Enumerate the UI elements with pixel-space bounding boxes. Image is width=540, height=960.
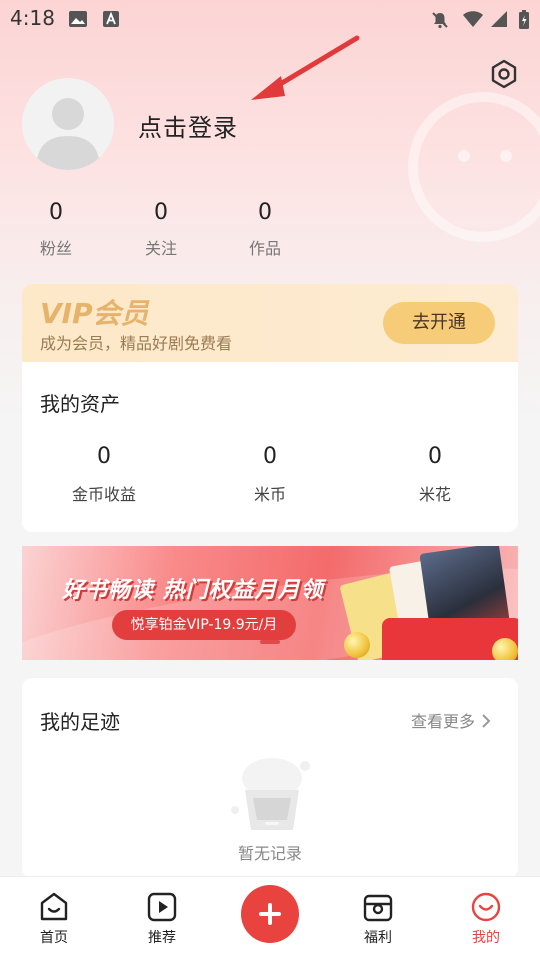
- tab-label: 推荐: [148, 930, 176, 946]
- vip-activate-button[interactable]: 去开通: [383, 302, 495, 344]
- stat-fans[interactable]: 0 粉丝: [21, 200, 91, 259]
- settings-icon[interactable]: [488, 58, 520, 90]
- asset-value: 0: [97, 444, 111, 469]
- asset-mi-coin[interactable]: 0 米币: [210, 444, 330, 505]
- tab-mine[interactable]: 我的: [446, 891, 526, 947]
- banner-page-indicator: [260, 640, 280, 644]
- asset-value: 0: [428, 444, 442, 469]
- asset-value: 0: [263, 444, 277, 469]
- vip-title: VIP会员: [40, 297, 149, 330]
- coin-image: [344, 632, 370, 658]
- empty-state-text: 暂无记录: [237, 844, 302, 863]
- image-icon: [69, 11, 87, 27]
- signal-icon: [491, 11, 507, 27]
- assets-title: 我的资产: [40, 392, 120, 416]
- decorative-smile: [408, 92, 540, 242]
- avatar-placeholder-icon: [36, 98, 100, 170]
- stat-following[interactable]: 0 关注: [126, 200, 196, 259]
- smile-icon: [471, 892, 501, 922]
- arrow-indicator: [251, 35, 360, 100]
- promo-banner[interactable]: 好书畅读 热门权益月月领 悦享铂金VIP-19.9元/月: [22, 546, 518, 660]
- banner-title: 好书畅读 热门权益月月领: [62, 578, 324, 603]
- chevron-right-icon: [482, 714, 491, 728]
- stat-label: 作品: [248, 239, 281, 258]
- vip-subtitle: 成为会员，精品好剧免费看: [40, 334, 233, 353]
- tab-label: 我的: [472, 930, 500, 946]
- footprints-title: 我的足迹: [40, 710, 120, 734]
- asset-mi-flower[interactable]: 0 米花: [375, 444, 495, 505]
- font-icon: [103, 11, 119, 27]
- empty-box-icon: [231, 758, 310, 830]
- view-more-label: 查看更多: [411, 712, 476, 731]
- asset-coin-earnings[interactable]: 0 金币收益: [44, 444, 164, 505]
- member-assets-card: VIP会员 成为会员，精品好剧免费看 去开通 我的资产 0 金币收益 0 米币 …: [22, 284, 518, 532]
- banner-offer-pill: 悦享铂金VIP-19.9元/月: [112, 610, 296, 640]
- tab-label: 福利: [364, 930, 392, 946]
- mute-icon: [432, 12, 448, 29]
- wifi-icon: [463, 11, 483, 27]
- profile-stats: 0 粉丝 0 关注 0 作品: [0, 200, 340, 270]
- view-more-link[interactable]: 查看更多: [411, 708, 492, 732]
- stat-value: 0: [49, 200, 63, 225]
- decorative-dot: [500, 150, 512, 162]
- stat-value: 0: [154, 200, 168, 225]
- tab-welfare[interactable]: 福利: [338, 891, 418, 947]
- vip-banner[interactable]: VIP会员 成为会员，精品好剧免费看 去开通: [22, 284, 518, 362]
- coin-image: [492, 638, 518, 660]
- decorative-dot: [458, 150, 470, 162]
- create-button[interactable]: [241, 885, 299, 943]
- tab-home[interactable]: 首页: [14, 891, 94, 947]
- stat-works[interactable]: 0 作品: [230, 200, 300, 259]
- asset-label: 米币: [253, 485, 286, 504]
- login-prompt[interactable]: 点击登录: [138, 108, 238, 143]
- asset-label: 米花: [418, 485, 451, 504]
- bottom-tab-bar: 首页 推荐 福利 我的: [0, 876, 540, 960]
- status-time: 4:18: [10, 6, 55, 30]
- footprints-card: 我的足迹 查看更多 暂无记录: [22, 678, 518, 878]
- stat-label: 关注: [144, 239, 177, 258]
- avatar[interactable]: [22, 78, 114, 170]
- stat-label: 粉丝: [39, 239, 72, 258]
- play-icon: [147, 892, 177, 922]
- home-icon: [40, 892, 68, 921]
- asset-label: 金币收益: [71, 485, 136, 504]
- stat-value: 0: [258, 200, 272, 225]
- tab-label: 首页: [40, 930, 68, 946]
- tab-recommend[interactable]: 推荐: [122, 891, 202, 947]
- gift-icon: [363, 894, 393, 922]
- battery-icon: [519, 10, 529, 29]
